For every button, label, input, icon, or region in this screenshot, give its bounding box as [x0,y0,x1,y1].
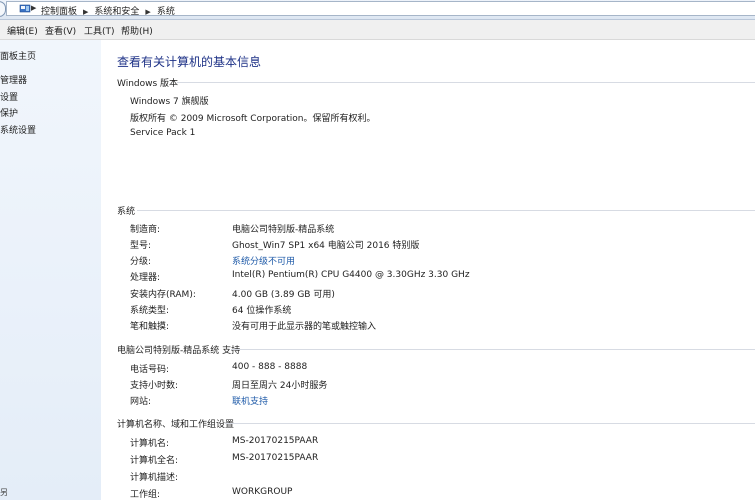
value-full-computer-name: MS-20170215PAAR [232,453,319,463]
value-manufacturer: 电脑公司特别版-精品系统 [232,225,335,235]
copyright-text: 版权所有 © 2009 Microsoft Corporation。保留所有权利… [130,114,376,124]
section-header-support: 电脑公司特别版-精品系统 支持 [117,346,241,356]
breadcrumb-item-control-panel[interactable]: 控制面板 [41,4,77,17]
label-website: 网站: [130,397,152,407]
edition-name: Windows 7 旗舰版 [130,97,209,107]
section-divider [177,82,755,83]
label-pen-touch: 笔和触摸: [130,322,170,332]
label-manufacturer: 制造商: [130,225,161,235]
rating-link[interactable]: 系统分级不可用 [232,254,295,267]
section-header-computer: 计算机名称、域和工作组设置 [117,420,235,430]
label-computer-description: 计算机描述: [130,473,179,483]
label-computer-name: 计算机名: [130,439,170,449]
menu-help[interactable]: 帮助(H) [121,24,153,37]
breadcrumb-item-system-security[interactable]: 系统和安全 [94,4,139,17]
nav-device-manager[interactable]: 管理器 [0,73,27,86]
label-model: 型号: [130,241,152,251]
service-pack: Service Pack 1 [130,128,196,138]
online-support-link[interactable]: 联机支持 [232,394,268,407]
value-processor: Intel(R) Pentium(R) CPU G4400 @ 3.30GHz … [232,270,470,280]
value-phone: 400 - 888 - 8888 [232,362,308,372]
nav-system-protection[interactable]: 保护 [0,106,18,119]
label-phone: 电话号码: [130,365,170,375]
label-rating: 分级: [130,257,152,267]
label-full-computer-name: 计算机全名: [130,456,179,466]
label-support-hours: 支持小时数: [130,381,179,391]
main-content: 查看有关计算机的基本信息 Windows 版本 Windows 7 旗舰版 版权… [101,40,755,500]
value-model: Ghost_Win7 SP1 x64 电脑公司 2016 特别版 [232,241,420,251]
value-support-hours: 周日至周六 24小时服务 [232,381,328,391]
label-processor: 处理器: [130,273,161,283]
section-header-edition: Windows 版本 [117,79,179,89]
section-divider [137,210,755,211]
address-bar: ▶ 控制面板 ▶ 系统和安全 ▶ 系统 [0,0,755,20]
menu-edit[interactable]: 编辑(E) [7,24,38,37]
value-computer-name: MS-20170215PAAR [232,436,319,446]
label-workgroup: 工作组: [130,490,161,500]
see-also-label: 另 [0,488,8,497]
section-header-system: 系统 [117,207,136,217]
control-panel-icon [19,4,31,13]
value-system-type: 64 位操作系统 [232,306,292,316]
chevron-right-icon: ▶ [83,8,89,16]
menu-view[interactable]: 查看(V) [45,24,76,37]
breadcrumb-item-system[interactable]: 系统 [157,4,175,17]
breadcrumb: 控制面板 ▶ 系统和安全 ▶ 系统 [41,4,175,17]
left-nav-pane: 面板主页 管理器 设置 保护 系统设置 另 [0,40,101,500]
nav-control-panel-home[interactable]: 面板主页 [0,49,36,62]
nav-remote-settings[interactable]: 设置 [0,90,18,103]
nav-advanced-settings[interactable]: 系统设置 [0,123,36,136]
section-divider [231,349,755,350]
label-ram: 安装内存(RAM): [130,290,196,300]
chevron-right-icon: ▶ [31,4,37,12]
value-workgroup: WORKGROUP [232,487,293,497]
section-divider [225,423,755,424]
value-pen-touch: 没有可用于此显示器的笔或触控输入 [232,322,377,332]
chevron-right-icon: ▶ [145,8,151,16]
menu-tools[interactable]: 工具(T) [84,24,115,37]
menu-bar: 编辑(E) 查看(V) 工具(T) 帮助(H) [0,20,755,40]
address-box[interactable]: ▶ 控制面板 ▶ 系统和安全 ▶ 系统 [6,1,755,17]
label-system-type: 系统类型: [130,306,170,316]
page-title: 查看有关计算机的基本信息 [117,55,262,69]
value-ram: 4.00 GB (3.89 GB 可用) [232,290,335,300]
